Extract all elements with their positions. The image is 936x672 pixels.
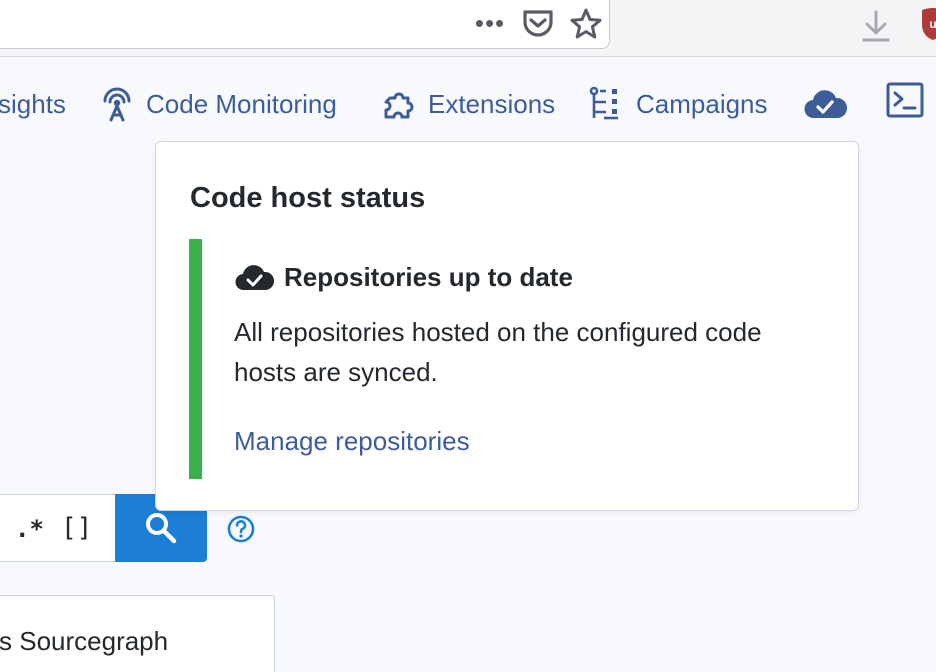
ublock-icon[interactable]: u bbox=[918, 6, 936, 42]
nav-campaigns[interactable]: Campaigns bbox=[588, 85, 768, 123]
status-indicator-bar bbox=[189, 239, 202, 479]
terminal-button[interactable] bbox=[886, 82, 926, 124]
search-input[interactable]: .* [] bbox=[0, 494, 116, 562]
search-icon bbox=[146, 513, 177, 544]
nav-code-monitoring[interactable]: Code Monitoring bbox=[98, 85, 337, 123]
pocket-icon[interactable] bbox=[520, 6, 556, 42]
nav-extensions-label: Extensions bbox=[428, 88, 556, 119]
nav-insights-label: sights bbox=[0, 88, 66, 119]
bookmark-star-icon[interactable] bbox=[566, 6, 606, 42]
svg-text:u: u bbox=[929, 17, 936, 31]
nav-insights[interactable]: sights bbox=[0, 85, 66, 123]
regex-toggle[interactable]: .* bbox=[15, 515, 44, 543]
cloud-check-icon bbox=[804, 90, 848, 119]
manage-repositories-link[interactable]: Manage repositories bbox=[234, 426, 470, 457]
question-circle-icon bbox=[227, 515, 255, 543]
status-heading: Repositories up to date bbox=[234, 260, 573, 294]
info-card: s Sourcegraph bbox=[0, 595, 275, 672]
nav-campaigns-label: Campaigns bbox=[636, 88, 768, 119]
campaigns-icon bbox=[588, 85, 626, 123]
terminal-icon bbox=[886, 82, 924, 118]
code-host-status-popover: Code host status Repositories up to date… bbox=[155, 141, 859, 511]
more-icon[interactable]: ••• bbox=[470, 8, 510, 38]
code-host-status-button[interactable] bbox=[802, 84, 848, 124]
browser-toolbar: ••• u bbox=[0, 0, 936, 57]
url-bar[interactable] bbox=[0, 0, 610, 49]
nav-extensions[interactable]: Extensions bbox=[382, 85, 555, 123]
nav-code-monitoring-label: Code Monitoring bbox=[146, 88, 337, 119]
info-card-text: s Sourcegraph bbox=[0, 626, 169, 656]
structural-search-toggle[interactable]: [] bbox=[61, 513, 92, 543]
antenna-icon bbox=[98, 85, 136, 123]
popover-title: Code host status bbox=[190, 182, 426, 214]
top-navbar: sights Code Monitoring Extensions Campai… bbox=[0, 57, 936, 150]
cloud-check-icon bbox=[234, 260, 276, 294]
help-button[interactable] bbox=[226, 514, 256, 544]
status-heading-text: Repositories up to date bbox=[284, 261, 573, 292]
download-icon[interactable] bbox=[858, 6, 894, 46]
status-description: All repositories hosted on the configure… bbox=[234, 317, 762, 387]
puzzle-icon bbox=[382, 86, 418, 122]
